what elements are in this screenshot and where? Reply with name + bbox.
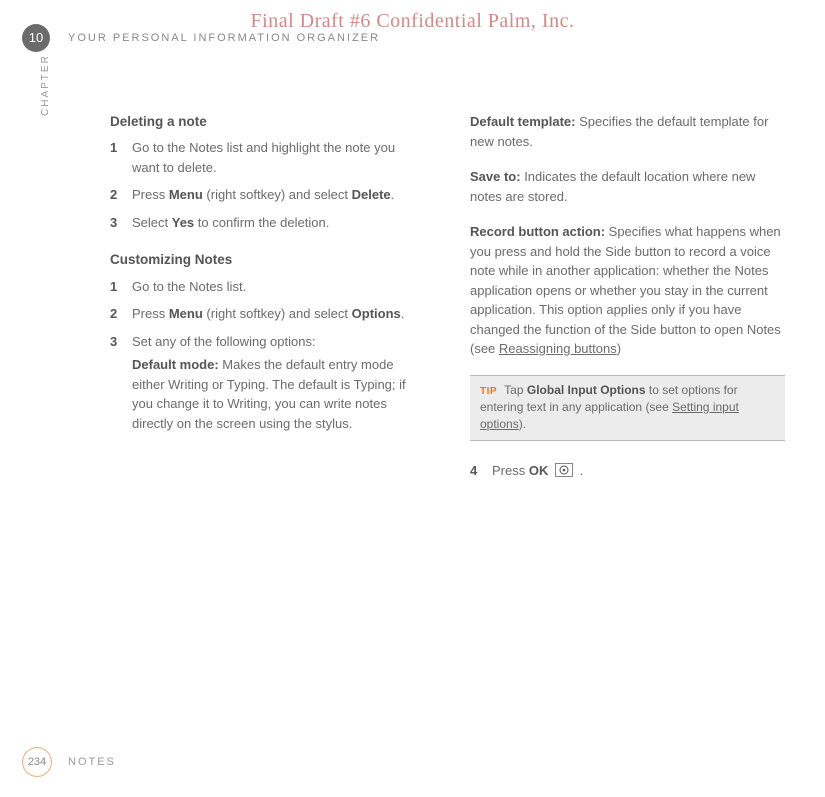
running-head: YOUR PERSONAL INFORMATION ORGANIZER	[68, 30, 380, 47]
list-item: 2 Press Menu (right softkey) and select …	[110, 185, 425, 205]
chapter-vertical-label: CHAPTER	[38, 54, 53, 116]
step-number: 3	[110, 332, 132, 352]
tip-bold: Global Input Options	[527, 383, 646, 397]
default-mode-definition: Default mode: Makes the default entry mo…	[110, 355, 425, 433]
step-number: 4	[470, 461, 492, 481]
list-item: 1 Go to the Notes list.	[110, 277, 425, 297]
reassigning-buttons-link[interactable]: Reassigning buttons	[499, 341, 617, 356]
page-number-badge: 234	[22, 747, 52, 777]
list-item: 2 Press Menu (right softkey) and select …	[110, 304, 425, 324]
steps-customizing: 1 Go to the Notes list. 2 Press Menu (ri…	[110, 277, 425, 352]
list-item: 3 Select Yes to confirm the deletion.	[110, 213, 425, 233]
step-text: Press Menu (right softkey) and select Op…	[132, 304, 425, 324]
chapter-number-badge: 10	[22, 24, 50, 52]
heading-deleting-a-note: Deleting a note	[110, 112, 425, 132]
step-number: 2	[110, 185, 132, 205]
step-text: Go to the Notes list and highlight the n…	[132, 138, 425, 177]
definition-label: Default template:	[470, 114, 575, 129]
column-right: Default template: Specifies the default …	[455, 112, 785, 480]
page-footer: 234 NOTES	[22, 747, 116, 777]
definition-label: Record button action:	[470, 224, 605, 239]
list-item: 1 Go to the Notes list and highlight the…	[110, 138, 425, 177]
step-number: 2	[110, 304, 132, 324]
step-text: Go to the Notes list.	[132, 277, 425, 297]
step-text: Press OK .	[492, 461, 583, 481]
footer-section-name: NOTES	[68, 754, 116, 771]
page-header: 10 YOUR PERSONAL INFORMATION ORGANIZER	[22, 24, 380, 52]
step-number: 3	[110, 213, 132, 233]
ok-center-button-icon	[555, 463, 573, 477]
save-to-definition: Save to: Indicates the default location …	[470, 167, 785, 206]
record-button-action-definition: Record button action: Specifies what hap…	[470, 222, 785, 359]
step-4: 4 Press OK .	[470, 461, 785, 481]
tip-text: ).	[519, 417, 526, 431]
definition-body-end: )	[617, 341, 621, 356]
step-text: Press Menu (right softkey) and select De…	[132, 185, 425, 205]
page-content: Deleting a note 1 Go to the Notes list a…	[110, 112, 785, 480]
steps-deleting: 1 Go to the Notes list and highlight the…	[110, 138, 425, 232]
tip-text: Tap	[501, 383, 527, 397]
step-text: Set any of the following options:	[132, 332, 425, 352]
step-number: 1	[110, 138, 132, 177]
heading-customizing-notes: Customizing Notes	[110, 250, 425, 270]
default-template-definition: Default template: Specifies the default …	[470, 112, 785, 151]
step-number: 1	[110, 277, 132, 297]
definition-label: Save to:	[470, 169, 521, 184]
step-text: Select Yes to confirm the deletion.	[132, 213, 425, 233]
definition-label: Default mode:	[132, 357, 219, 372]
tip-box: TIP Tap Global Input Options to set opti…	[470, 375, 785, 441]
tip-marker: TIP	[480, 386, 497, 397]
list-item: 3 Set any of the following options:	[110, 332, 425, 352]
column-left: Deleting a note 1 Go to the Notes list a…	[110, 112, 425, 480]
definition-body: Specifies what happens when you press an…	[470, 224, 781, 356]
